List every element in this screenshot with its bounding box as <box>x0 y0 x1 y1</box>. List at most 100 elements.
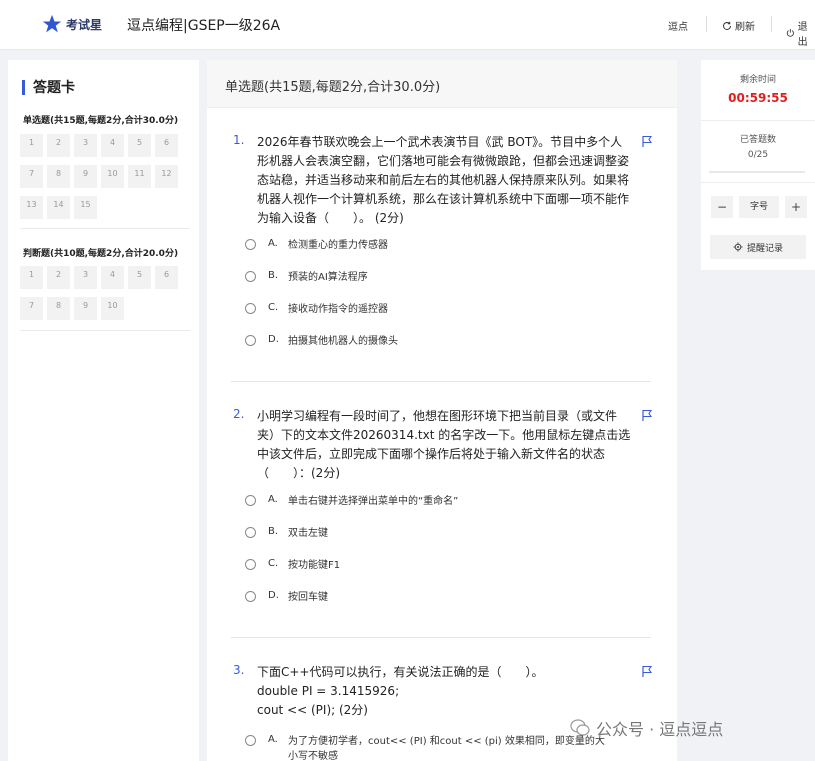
option-b[interactable]: B. 双击左键 <box>245 526 608 541</box>
radio-button[interactable] <box>245 495 256 506</box>
refresh-label: 刷新 <box>735 22 755 33</box>
single-choice-cell-6[interactable]: 6 <box>155 134 178 157</box>
answer-card: 答题卡 单选题(共15题,每题2分,合计30.0分) 1 2 3 4 5 6 7 8 9 10 11… <box>8 60 199 761</box>
answered-count-value: 0/25 <box>747 150 769 160</box>
logo: 考试星 <box>42 14 102 34</box>
option-c[interactable]: C. 按功能键F1 <box>245 558 608 573</box>
option-a[interactable]: A. 检测重心的重力传感器 <box>245 238 608 253</box>
home-link-label: 逗点 <box>668 22 688 33</box>
single-choice-section-title: 单选题(共15题,每题2分,合计30.0分) <box>23 116 179 126</box>
single-choice-cell-3[interactable]: 3 <box>74 134 97 157</box>
single-choice-cell-10[interactable]: 10 <box>101 165 124 188</box>
section-header: 单选题(共15题,每题2分,合计30.0分) <box>207 60 677 108</box>
single-choice-cell-8[interactable]: 8 <box>47 165 70 188</box>
radio-button[interactable] <box>245 735 256 746</box>
radio-button[interactable] <box>245 271 256 282</box>
question-text: 下面C++代码可以执行，有关说法正确的是（ ）。 double PI = 3.1… <box>257 663 633 720</box>
time-remaining-label: 剩余时间 <box>739 75 776 85</box>
question-number: 3. <box>233 663 245 677</box>
single-choice-cell-15[interactable]: 15 <box>74 196 97 219</box>
judge-cell-5[interactable]: 5 <box>128 266 151 289</box>
question-3: 3. 下面C++代码可以执行，有关说法正确的是（ ）。 double PI = … <box>233 663 653 761</box>
judge-cell-10[interactable]: 10 <box>101 297 124 320</box>
single-choice-cell-13[interactable]: 13 <box>20 196 43 219</box>
option-text: 接收动作指令的遥控器 <box>288 304 388 315</box>
option-letter: D. <box>268 590 279 601</box>
single-choice-cell-9[interactable]: 9 <box>74 165 97 188</box>
judge-cell-8[interactable]: 8 <box>47 297 70 320</box>
section-header-text: 单选题(共15题,每题2分,合计30.0分) <box>225 80 441 95</box>
divider <box>20 228 190 229</box>
option-letter: B. <box>268 270 279 281</box>
question-1: 1. 2026年春节联欢晚会上一个武术表演节目《武 BOT》。节目中多个人形机器… <box>233 133 653 363</box>
answer-card-title: 答题卡 <box>33 80 75 96</box>
option-a[interactable]: A. 为了方便初学者，cout<< (PI) 和cout << (pi) 效果相… <box>245 734 608 761</box>
judge-cell-1[interactable]: 1 <box>20 266 43 289</box>
home-link[interactable]: 逗点 <box>668 18 688 33</box>
option-text: 拍摄其他机器人的摄像头 <box>288 336 398 347</box>
single-choice-cell-4[interactable]: 4 <box>101 134 124 157</box>
font-size-control: − 字号 + <box>711 194 807 220</box>
exam-status-panel: 剩余时间 00:59:55 已答题数 0/25 − 字号 + 提醒记录 <box>701 60 815 270</box>
option-d[interactable]: D. 按回车键 <box>245 590 608 605</box>
exit-button[interactable]: 退出 <box>786 18 815 48</box>
judge-section-title: 判断题(共10题,每题2分,合计20.0分) <box>23 249 179 259</box>
radio-button[interactable] <box>245 303 256 314</box>
code-line: double PI = 3.1415926; <box>257 684 400 698</box>
flag-icon[interactable] <box>641 409 653 421</box>
top-bar: 考试星 逗点编程|GSEP一级26A 逗点 刷新 退出 <box>0 0 815 50</box>
single-choice-cell-5[interactable]: 5 <box>128 134 151 157</box>
option-letter: C. <box>268 558 279 569</box>
option-c[interactable]: C. 接收动作指令的遥控器 <box>245 302 608 317</box>
judge-cell-3[interactable]: 3 <box>74 266 97 289</box>
question-2: 2. 小明学习编程有一段时间了，他想在图形环境下把当前目录（或文件夹）下的文本文… <box>233 407 653 607</box>
reminder-log-button[interactable]: 提醒记录 <box>710 235 806 259</box>
option-letter: A. <box>268 238 278 249</box>
judge-cell-6[interactable]: 6 <box>155 266 178 289</box>
option-text: 按功能键F1 <box>288 560 341 571</box>
option-b[interactable]: B. 预装的AI算法程序 <box>245 270 608 285</box>
single-choice-cell-11[interactable]: 11 <box>128 165 151 188</box>
radio-button[interactable] <box>245 591 256 602</box>
judge-cell-2[interactable]: 2 <box>47 266 70 289</box>
judge-cell-9[interactable]: 9 <box>74 297 97 320</box>
radio-button[interactable] <box>245 527 256 538</box>
divider <box>231 637 651 638</box>
divider <box>771 16 772 32</box>
refresh-button[interactable]: 刷新 <box>722 18 755 33</box>
divider <box>701 120 815 121</box>
option-text: 检测重心的重力传感器 <box>288 240 388 251</box>
reminder-log-label: 提醒记录 <box>746 243 783 254</box>
gear-icon <box>733 242 743 252</box>
option-a[interactable]: A. 单击右键并选择弹出菜单中的“重命名” <box>245 494 608 509</box>
radio-button[interactable] <box>245 559 256 570</box>
option-d[interactable]: D. 拍摄其他机器人的摄像头 <box>245 334 608 349</box>
option-text: 按回车键 <box>288 592 328 603</box>
option-letter: D. <box>268 334 279 345</box>
radio-button[interactable] <box>245 239 256 250</box>
single-choice-cell-7[interactable]: 7 <box>20 165 43 188</box>
question-text: 小明学习编程有一段时间了，他想在图形环境下把当前目录（或文件夹）下的文本文件20… <box>257 409 631 480</box>
logo-text: 考试星 <box>66 17 103 32</box>
wechat-icon <box>570 719 590 736</box>
decrease-font-button[interactable]: − <box>711 196 733 218</box>
divider <box>701 182 815 183</box>
option-text: 预装的AI算法程序 <box>288 272 368 283</box>
page-title: 逗点编程|GSEP一级26A <box>127 18 281 34</box>
answered-progress-bar <box>709 171 805 173</box>
judge-cell-4[interactable]: 4 <box>101 266 124 289</box>
divider <box>20 330 190 331</box>
increase-font-button[interactable]: + <box>785 196 807 218</box>
exit-label: 退出 <box>797 22 808 48</box>
single-choice-grid: 1 2 3 4 5 6 7 8 9 10 11 12 13 14 15 <box>20 134 178 219</box>
single-choice-cell-1[interactable]: 1 <box>20 134 43 157</box>
radio-button[interactable] <box>245 335 256 346</box>
single-choice-cell-2[interactable]: 2 <box>47 134 70 157</box>
flag-icon[interactable] <box>641 665 653 677</box>
single-choice-cell-12[interactable]: 12 <box>155 165 178 188</box>
answered-count-label: 已答题数 <box>739 135 776 145</box>
flag-icon[interactable] <box>641 135 653 147</box>
judge-cell-7[interactable]: 7 <box>20 297 43 320</box>
option-text: 双击左键 <box>288 528 328 539</box>
single-choice-cell-14[interactable]: 14 <box>47 196 70 219</box>
